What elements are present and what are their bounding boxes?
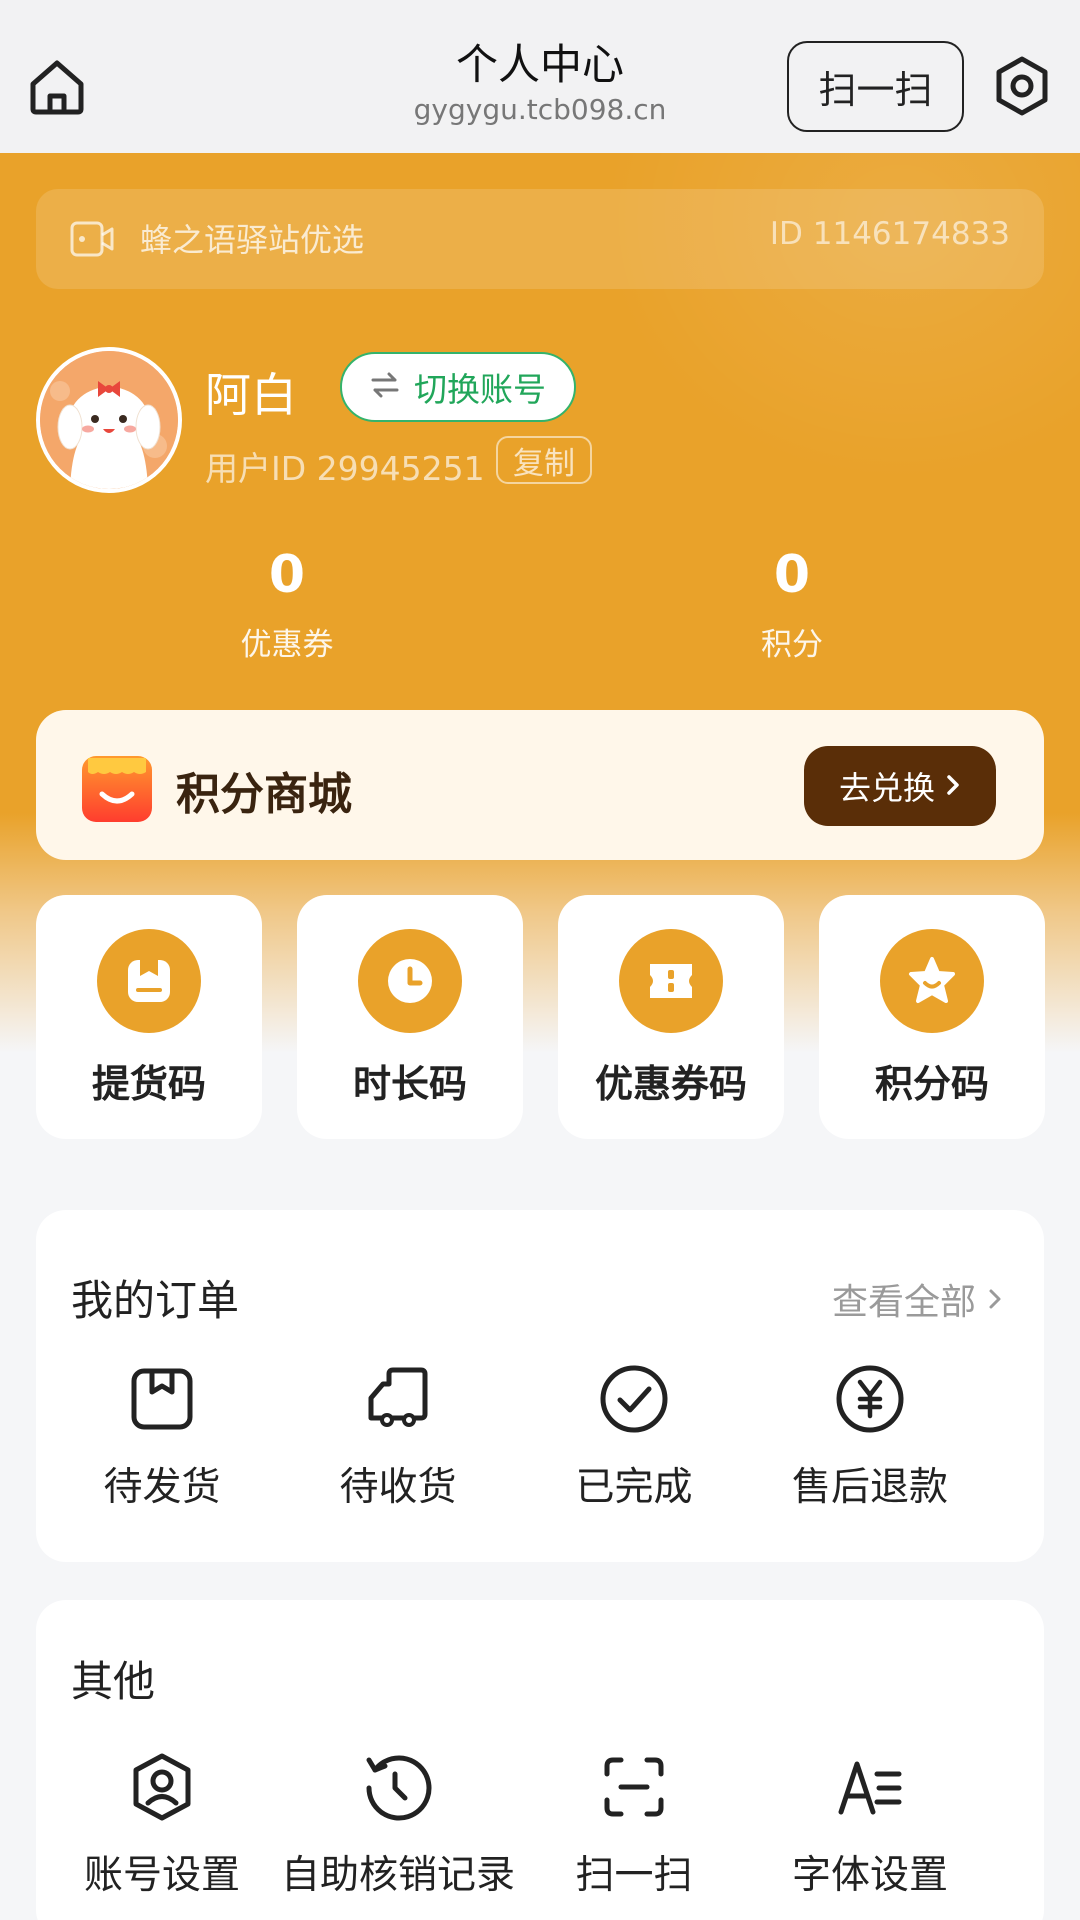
account-settings[interactable]: 账号设置	[36, 1750, 288, 1900]
points-label: 积分	[761, 627, 823, 663]
scan-action[interactable]: 扫一扫	[508, 1750, 760, 1900]
scan-icon	[597, 1750, 671, 1824]
duration-code-tile[interactable]: 时长码	[297, 895, 523, 1139]
shop-bag-icon	[82, 750, 152, 822]
package-icon	[97, 929, 201, 1033]
top-bar: 个人中心 gygygu.tcb098.cn 扫一扫	[0, 0, 1080, 153]
order-to-ship[interactable]: 待发货	[36, 1362, 288, 1512]
coupon-count: 0	[268, 545, 306, 605]
other-card: 其他 账号设置 自助核销记录 扫一扫 字体设置	[36, 1600, 1044, 1920]
points-stat[interactable]: 0 积分	[662, 545, 922, 664]
account-settings-label: 账号设置	[83, 1853, 240, 1898]
view-all-link[interactable]: 查看全部	[832, 1273, 1002, 1325]
truck-icon	[361, 1362, 435, 1436]
pickup-code-label: 提货码	[91, 1062, 206, 1106]
points-code-tile[interactable]: 积分码	[819, 895, 1045, 1139]
history-icon	[361, 1750, 435, 1824]
chevron-right-icon	[988, 1279, 1002, 1320]
shop-name: 蜂之语驿站优选	[140, 221, 365, 259]
shop-id: ID 1146174833	[769, 216, 1010, 252]
scan-button[interactable]: 扫一扫	[787, 41, 964, 132]
orders-card: 我的订单 查看全部 待发货 待收货 已完成 售后退款	[36, 1210, 1044, 1562]
user-id: 用户ID 29945251	[205, 449, 485, 488]
check-circle-icon	[597, 1362, 671, 1436]
order-to-receive-label: 待收货	[339, 1465, 457, 1510]
user-shield-icon	[125, 1750, 199, 1824]
font-settings[interactable]: 字体设置	[744, 1750, 996, 1900]
order-completed-label: 已完成	[575, 1465, 693, 1510]
gear-icon[interactable]	[990, 54, 1054, 118]
user-name: 阿白	[205, 368, 297, 422]
redeem-label: 去兑换	[838, 769, 935, 807]
order-refund-label: 售后退款	[791, 1465, 948, 1510]
coupon-code-tile[interactable]: 优惠券码	[558, 895, 784, 1139]
order-refund[interactable]: 售后退款	[744, 1362, 996, 1512]
shop-bar[interactable]: 蜂之语驿站优选 ID 1146174833	[36, 189, 1044, 289]
font-icon	[833, 1750, 907, 1824]
orders-title: 我的订单	[71, 1276, 240, 1325]
verification-records-label: 自助核销记录	[280, 1853, 515, 1898]
points-code-label: 积分码	[874, 1062, 989, 1106]
switch-account-button[interactable]: 切换账号	[340, 352, 576, 422]
coupon-stat[interactable]: 0 优惠券	[157, 545, 417, 664]
coupon-code-label: 优惠券码	[594, 1062, 747, 1106]
box-icon	[125, 1362, 199, 1436]
ticket-icon	[619, 929, 723, 1033]
order-to-receive[interactable]: 待收货	[272, 1362, 524, 1512]
video-camera-icon	[70, 219, 114, 259]
star-icon	[880, 929, 984, 1033]
other-title: 其他	[71, 1657, 156, 1706]
coupon-label: 优惠券	[240, 627, 334, 663]
order-completed[interactable]: 已完成	[508, 1362, 760, 1512]
font-settings-label: 字体设置	[791, 1853, 948, 1898]
chevron-right-icon	[945, 767, 961, 805]
yuan-circle-icon	[833, 1362, 907, 1436]
redeem-button[interactable]: 去兑换	[804, 746, 996, 826]
scan-action-label: 扫一扫	[575, 1853, 693, 1898]
points-count: 0	[773, 545, 811, 605]
swap-icon	[370, 372, 400, 402]
view-all-label: 查看全部	[831, 1282, 976, 1323]
duration-code-label: 时长码	[352, 1062, 467, 1106]
switch-account-label: 切换账号	[414, 370, 546, 409]
pickup-code-tile[interactable]: 提货码	[36, 895, 262, 1139]
points-mall-card[interactable]: 积分商城 去兑换	[36, 710, 1044, 860]
points-mall-title: 积分商城	[176, 769, 352, 820]
verification-records[interactable]: 自助核销记录	[272, 1750, 524, 1900]
clock-icon	[358, 929, 462, 1033]
order-to-ship-label: 待发货	[103, 1465, 221, 1510]
avatar[interactable]	[36, 347, 182, 493]
copy-button[interactable]: 复制	[496, 436, 592, 484]
